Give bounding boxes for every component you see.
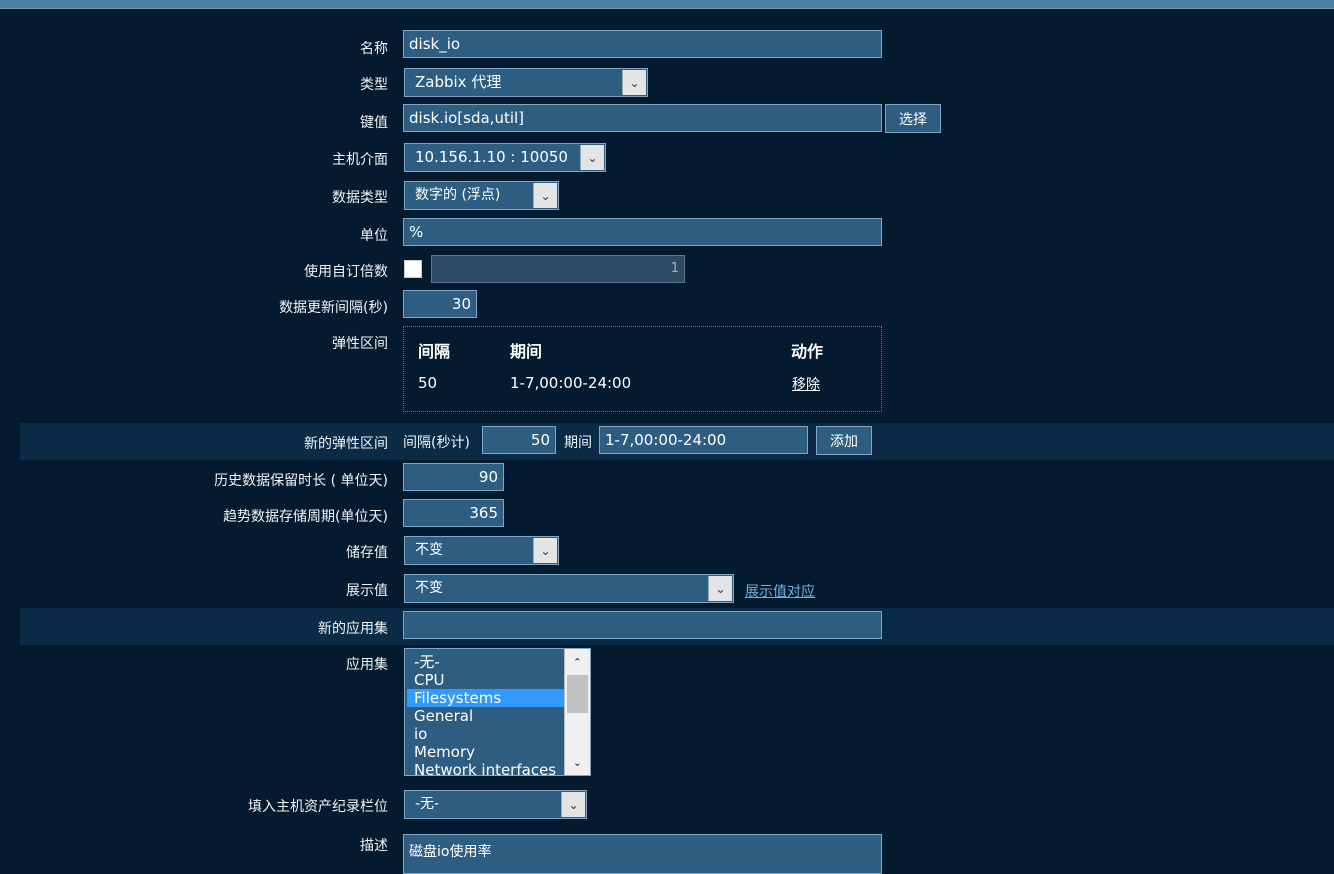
flex-header-action: 动作 <box>791 342 824 361</box>
new-flex-period-input[interactable]: 1-7,00:00-24:00 <box>599 426 808 454</box>
show-value-label: 展示值 <box>346 583 388 599</box>
applications-listbox[interactable]: -无- CPU Filesystems General io Memory Ne… <box>404 648 591 776</box>
new-flex-interval-label: 间隔(秒计) <box>403 435 470 451</box>
top-bar <box>0 0 1334 9</box>
history-input[interactable]: 90 <box>403 463 504 491</box>
type-label: 类型 <box>360 77 388 93</box>
chevron-up-icon[interactable]: ⌃ <box>565 651 590 673</box>
flex-intervals-label: 弹性区间 <box>332 336 388 352</box>
store-value-select-value: 不变 <box>415 542 443 558</box>
application-option[interactable]: Network interfaces <box>407 761 564 775</box>
flex-row-period: 1-7,00:00-24:00 <box>510 374 632 392</box>
new-application-input[interactable] <box>403 611 882 639</box>
application-option[interactable]: General <box>407 707 564 725</box>
name-input[interactable]: disk_io <box>403 30 882 58</box>
key-input[interactable]: disk.io[sda,util] <box>403 104 882 132</box>
new-flex-period-label: 期间 <box>564 435 592 451</box>
update-interval-label: 数据更新间隔(秒) <box>279 300 388 316</box>
application-option[interactable]: -无- <box>407 653 564 671</box>
flex-header-interval: 间隔 <box>418 342 451 361</box>
chevron-down-icon: ⌄ <box>580 145 604 170</box>
data-type-select-value: 数字的 (浮点) <box>415 187 501 203</box>
key-label: 键值 <box>360 115 388 131</box>
show-value-select[interactable]: 不变 ⌄ <box>404 574 734 603</box>
type-select[interactable]: Zabbix 代理 ⌄ <box>404 68 648 97</box>
type-select-value: Zabbix 代理 <box>415 73 502 91</box>
inventory-select-value: -无- <box>415 796 440 812</box>
chevron-down-icon: ⌄ <box>533 183 557 208</box>
store-value-select[interactable]: 不变 ⌄ <box>404 536 559 565</box>
key-select-button[interactable]: 选择 <box>885 104 941 133</box>
show-value-select-value: 不变 <box>415 580 443 596</box>
store-value-label: 储存值 <box>346 545 388 561</box>
flex-intervals-table: 间隔 期间 动作 50 1-7,00:00-24:00 移除 <box>403 326 882 412</box>
chevron-down-icon: ⌄ <box>708 576 732 601</box>
name-label: 名称 <box>360 41 388 57</box>
inventory-label: 填入主机资产纪录栏位 <box>248 799 388 815</box>
scrollbar-thumb[interactable] <box>567 675 588 713</box>
chevron-down-icon: ⌄ <box>533 538 557 563</box>
chevron-down-icon: ⌄ <box>561 792 585 817</box>
application-option-selected[interactable]: Filesystems <box>407 689 564 707</box>
trends-label: 趋势数据存储周期(单位天) <box>223 509 388 525</box>
chevron-down-icon: ⌄ <box>622 70 646 95</box>
flex-header-period: 期间 <box>510 342 543 361</box>
update-interval-input[interactable]: 30 <box>403 290 477 318</box>
application-option[interactable]: Memory <box>407 743 564 761</box>
value-mapping-link[interactable]: 展示值对应 <box>745 581 815 601</box>
new-flex-interval-input[interactable]: 50 <box>482 426 556 454</box>
inventory-select[interactable]: -无- ⌄ <box>404 790 587 819</box>
new-application-label: 新的应用集 <box>318 621 388 637</box>
description-textarea[interactable]: 磁盘io使用率 <box>403 834 882 874</box>
new-flex-label: 新的弹性区间 <box>304 436 388 452</box>
data-type-label: 数据类型 <box>332 190 388 206</box>
chevron-down-icon[interactable]: ⌄ <box>565 751 590 773</box>
interface-label: 主机介面 <box>332 152 388 168</box>
add-flex-button[interactable]: 添加 <box>816 426 872 455</box>
units-label: 单位 <box>360 228 388 244</box>
data-type-select[interactable]: 数字的 (浮点) ⌄ <box>404 181 559 210</box>
interface-select[interactable]: 10.156.1.10 : 10050 ⌄ <box>404 143 606 172</box>
multiplier-input[interactable]: 1 <box>431 255 685 283</box>
interface-select-value: 10.156.1.10 : 10050 <box>415 148 568 166</box>
history-label: 历史数据保留时长 ( 单位天) <box>214 473 388 489</box>
flex-row-remove-link[interactable]: 移除 <box>792 374 820 394</box>
units-input[interactable]: % <box>403 218 882 246</box>
flex-row-interval: 50 <box>418 374 438 392</box>
applications-label: 应用集 <box>346 657 388 673</box>
description-label: 描述 <box>360 838 388 854</box>
multiplier-label: 使用自订倍数 <box>304 264 388 280</box>
applications-scrollbar[interactable]: ⌃ ⌄ <box>564 649 590 775</box>
application-option[interactable]: CPU <box>407 671 564 689</box>
application-option[interactable]: io <box>407 725 564 743</box>
trends-input[interactable]: 365 <box>403 499 504 527</box>
multiplier-checkbox[interactable] <box>404 260 422 278</box>
